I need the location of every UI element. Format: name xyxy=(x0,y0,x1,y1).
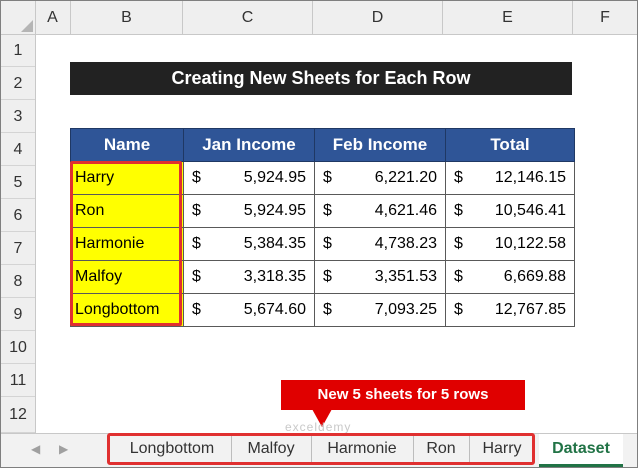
row-header-5[interactable]: 5 xyxy=(1,166,35,199)
cell-value: 3,318.35 xyxy=(243,268,306,285)
sheet-tab-longbottom[interactable]: Longbottom xyxy=(113,434,232,464)
cell-value: 5,674.60 xyxy=(243,301,306,318)
row-header-8[interactable]: 8 xyxy=(1,265,35,298)
cell-jan[interactable]: $5,924.95 xyxy=(183,194,315,228)
row-header-11[interactable]: 11 xyxy=(1,364,35,397)
cell-feb[interactable]: $4,621.46 xyxy=(314,194,446,228)
row-header-12[interactable]: 12 xyxy=(1,397,35,433)
cell-value: 6,669.88 xyxy=(503,268,566,285)
currency-symbol: $ xyxy=(323,169,332,186)
header-total[interactable]: Total xyxy=(445,128,575,162)
cell-feb[interactable]: $7,093.25 xyxy=(314,293,446,327)
cell-jan[interactable]: $3,318.35 xyxy=(183,260,315,294)
cell-jan[interactable]: $5,924.95 xyxy=(183,161,315,195)
column-header-b[interactable]: B xyxy=(71,1,183,34)
cell-jan[interactable]: $5,384.35 xyxy=(183,227,315,261)
row-header-bar: 1 2 3 4 5 6 7 8 9 10 11 12 xyxy=(1,35,36,433)
table-header-row: Name Jan Income Feb Income Total xyxy=(70,128,575,162)
cell-value: 10,546.41 xyxy=(494,202,566,219)
currency-symbol: $ xyxy=(323,202,332,219)
table-row: Malfoy $3,318.35 $3,351.53 $6,669.88 xyxy=(70,260,575,294)
select-all-corner[interactable] xyxy=(1,1,36,34)
cell-total[interactable]: $12,146.15 xyxy=(445,161,575,195)
spreadsheet-window: A B C D E F 1 2 3 4 5 6 7 8 9 10 11 12 C… xyxy=(0,0,638,468)
column-header-bar: A B C D E F xyxy=(1,1,637,35)
cell-jan[interactable]: $5,674.60 xyxy=(183,293,315,327)
currency-symbol: $ xyxy=(454,235,463,252)
cell-name[interactable]: Longbottom xyxy=(70,293,184,327)
sheet-tab-ron[interactable]: Ron xyxy=(413,434,470,464)
currency-symbol: $ xyxy=(192,301,201,318)
row-header-6[interactable]: 6 xyxy=(1,199,35,232)
row-header-2[interactable]: 2 xyxy=(1,67,35,100)
table-row: Longbottom $5,674.60 $7,093.25 $12,767.8… xyxy=(70,293,575,327)
currency-symbol: $ xyxy=(454,301,463,318)
cell-name[interactable]: Malfoy xyxy=(70,260,184,294)
currency-symbol: $ xyxy=(323,268,332,285)
watermark: exceldemy xyxy=(285,420,352,434)
cell-feb[interactable]: $6,221.20 xyxy=(314,161,446,195)
cell-value: 5,384.35 xyxy=(243,235,306,252)
cell-value: 10,122.58 xyxy=(494,235,566,252)
cell-feb[interactable]: $3,351.53 xyxy=(314,260,446,294)
cell-value: 4,621.46 xyxy=(374,202,437,219)
currency-symbol: $ xyxy=(323,301,332,318)
income-table: Name Jan Income Feb Income Total Harry $… xyxy=(70,128,575,327)
column-header-f[interactable]: F xyxy=(573,1,637,34)
sheet-title: Creating New Sheets for Each Row xyxy=(70,62,572,95)
row-header-4[interactable]: 4 xyxy=(1,133,35,166)
currency-symbol: $ xyxy=(192,235,201,252)
cell-name[interactable]: Harmonie xyxy=(70,227,184,261)
header-name[interactable]: Name xyxy=(70,128,184,162)
table-row: Harmonie $5,384.35 $4,738.23 $10,122.58 xyxy=(70,227,575,261)
currency-symbol: $ xyxy=(454,169,463,186)
scroll-tabs-left-icon[interactable]: ◀ xyxy=(31,442,40,456)
cell-total[interactable]: $10,122.58 xyxy=(445,227,575,261)
currency-symbol: $ xyxy=(454,202,463,219)
cell-total[interactable]: $6,669.88 xyxy=(445,260,575,294)
cell-name[interactable]: Harry xyxy=(70,161,184,195)
row-header-9[interactable]: 9 xyxy=(1,298,35,331)
sheet-tab-bar: ◀ ▶ Longbottom Malfoy Harmonie Ron Harry… xyxy=(1,433,637,467)
currency-symbol: $ xyxy=(454,268,463,285)
column-header-e[interactable]: E xyxy=(443,1,573,34)
column-header-c[interactable]: C xyxy=(183,1,313,34)
column-header-d[interactable]: D xyxy=(313,1,443,34)
sheet-tab-harry[interactable]: Harry xyxy=(469,434,535,464)
cell-value: 5,924.95 xyxy=(243,169,306,186)
sheet-grid[interactable]: Creating New Sheets for Each Row Name Ja… xyxy=(36,35,637,433)
callout-label: New 5 sheets for 5 rows xyxy=(281,380,525,410)
cell-value: 6,221.20 xyxy=(374,169,437,186)
row-header-10[interactable]: 10 xyxy=(1,331,35,364)
cell-value: 5,924.95 xyxy=(243,202,306,219)
table-row: Harry $5,924.95 $6,221.20 $12,146.15 xyxy=(70,161,575,195)
cell-value: 7,093.25 xyxy=(374,301,437,318)
sheet-tab-harmonie[interactable]: Harmonie xyxy=(311,434,414,464)
row-header-3[interactable]: 3 xyxy=(1,100,35,133)
currency-symbol: $ xyxy=(192,202,201,219)
sheet-tab-dataset[interactable]: Dataset xyxy=(539,434,623,467)
select-all-triangle-icon xyxy=(21,20,33,32)
cell-value: 12,767.85 xyxy=(494,301,566,318)
cell-value: 3,351.53 xyxy=(374,268,437,285)
cell-total[interactable]: $12,767.85 xyxy=(445,293,575,327)
row-header-1[interactable]: 1 xyxy=(1,35,35,67)
cell-name[interactable]: Ron xyxy=(70,194,184,228)
row-header-7[interactable]: 7 xyxy=(1,232,35,265)
header-jan-income[interactable]: Jan Income xyxy=(183,128,315,162)
header-feb-income[interactable]: Feb Income xyxy=(314,128,446,162)
column-header-a[interactable]: A xyxy=(35,1,71,34)
currency-symbol: $ xyxy=(323,235,332,252)
cell-total[interactable]: $10,546.41 xyxy=(445,194,575,228)
cell-value: 12,146.15 xyxy=(494,169,566,186)
currency-symbol: $ xyxy=(192,169,201,186)
sheet-tab-malfoy[interactable]: Malfoy xyxy=(231,434,312,464)
table-row: Ron $5,924.95 $4,621.46 $10,546.41 xyxy=(70,194,575,228)
cell-feb[interactable]: $4,738.23 xyxy=(314,227,446,261)
currency-symbol: $ xyxy=(192,268,201,285)
cell-value: 4,738.23 xyxy=(374,235,437,252)
scroll-tabs-right-icon[interactable]: ▶ xyxy=(59,442,68,456)
